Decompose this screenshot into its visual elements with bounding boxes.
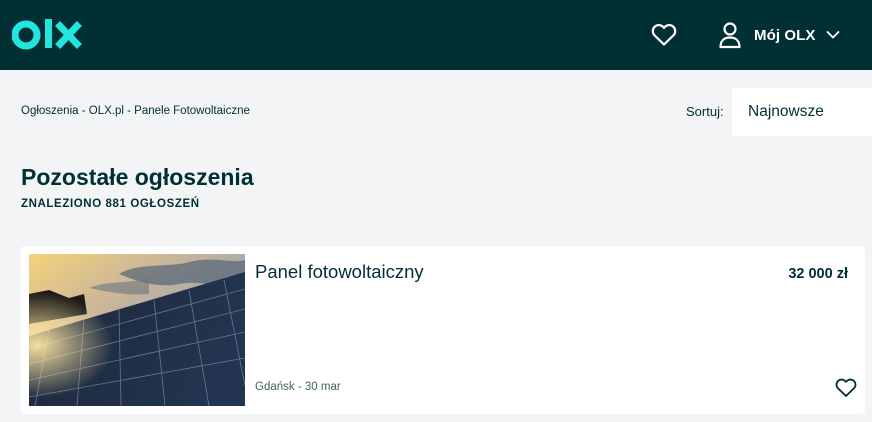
heart-outline-icon[interactable]: [651, 23, 677, 47]
sort-dropdown-value: Najnowsze: [748, 103, 824, 120]
page-title: Pozostałe ogłoszenia: [21, 164, 254, 190]
olx-logo[interactable]: [12, 15, 86, 55]
listing-price: 32 000 zł: [788, 266, 848, 282]
listing-location-date: Gdańsk - 30 mar: [255, 381, 341, 393]
top-navigation-bar: Mój OLX: [0, 0, 872, 70]
breadcrumb: Ogłoszenia - OLX.pl - Panele Fotowoltaic…: [21, 105, 250, 117]
my-olx-account-menu[interactable]: Mój OLX: [718, 20, 840, 50]
listing-date: 30 mar: [304, 381, 341, 393]
listing-card[interactable]: Panel fotowoltaiczny 32 000 zł Gdańsk - …: [21, 246, 865, 414]
listing-thumbnail[interactable]: [29, 254, 245, 406]
user-icon: [719, 22, 741, 49]
listing-location: Gdańsk: [255, 381, 295, 393]
listing-meta-separator: -: [294, 381, 305, 393]
breadcrumb-item-solar-panels[interactable]: Panele Fotowoltaiczne: [134, 105, 250, 117]
breadcrumb-separator: -: [123, 105, 135, 117]
breadcrumb-item-ads[interactable]: Ogłoszenia - OLX.pl: [21, 105, 124, 117]
my-olx-label: Mój OLX: [754, 26, 816, 44]
sort-label: Sortuj:: [686, 104, 724, 119]
sort-dropdown[interactable]: Najnowsze: [732, 88, 872, 136]
results-count: ZNALEZIONO 881 OGŁOSZEŃ: [21, 198, 200, 210]
heart-outline-icon[interactable]: [835, 378, 857, 398]
listing-title[interactable]: Panel fotowoltaiczny: [255, 261, 424, 283]
chevron-down-icon: [826, 31, 839, 39]
solar-panels-image: [29, 254, 245, 406]
